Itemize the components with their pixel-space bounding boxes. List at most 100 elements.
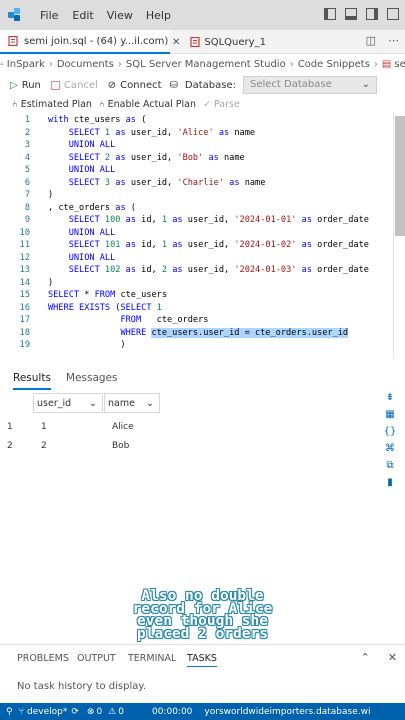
code-line[interactable]: 3 UNION ALL	[0, 139, 405, 152]
breadcrumb-item[interactable]: SQL Server Management Studio	[126, 59, 286, 70]
code-line[interactable]: 16 WHERE EXISTS (SELECT 1	[0, 302, 405, 315]
code-line[interactable]: 1 with cte_users as (	[0, 114, 405, 127]
chevron-down-icon[interactable]: ⌄	[146, 398, 154, 409]
code-editor[interactable]: 1 with cte_users as (2 SELECT 1 as user_i…	[0, 112, 405, 358]
sync-icon[interactable]: ⟳	[71, 707, 79, 717]
server-name[interactable]: yorsworldwideimporters.database.wi	[204, 707, 370, 717]
code-token: WHERE	[120, 327, 152, 338]
code-text: , cte_orders as (	[48, 202, 136, 215]
code-line[interactable]: 11 SELECT 101 as id, 1 as user_id, '2024…	[0, 239, 405, 252]
cell-user-id[interactable]: 2	[41, 436, 47, 455]
plan-icon: ⑃	[98, 98, 105, 110]
more-actions-icon[interactable]: ⋯	[388, 34, 399, 47]
row-number: 1	[7, 421, 13, 432]
code-line[interactable]: 4 SELECT 2 as user_id, 'Bob' as name	[0, 152, 405, 165]
code-token: name	[234, 127, 256, 138]
cell-name[interactable]: Bob	[112, 436, 129, 455]
remote-icon[interactable]: ⚲	[6, 707, 13, 717]
code-text: SELECT 100 as id, 1 as user_id, '2024-01…	[48, 214, 369, 227]
code-line[interactable]: 19 )	[0, 339, 405, 352]
warning-count[interactable]: 0	[118, 707, 124, 717]
code-line[interactable]: 14)	[0, 277, 405, 290]
error-icon: ⊗	[86, 706, 95, 717]
code-token: as	[125, 215, 142, 225]
layout-grid-icon[interactable]	[387, 8, 399, 20]
breadcrumb-item[interactable]: - InSpark	[0, 59, 45, 70]
menu-edit[interactable]: Edit	[72, 9, 93, 22]
connect-button[interactable]: ⊘ Connect	[108, 80, 162, 91]
column-header-name[interactable]: name ⌄	[104, 393, 160, 413]
code-token: '2024-01-02'	[234, 240, 297, 250]
tab-terminal[interactable]: TERMINAL	[128, 653, 176, 664]
chart-icon[interactable]: ▮	[387, 477, 393, 488]
code-token: cte_users	[73, 115, 126, 125]
play-icon: ▷	[10, 79, 18, 91]
code-line[interactable]: 18 WHERE cte_users.user_id = cte_orders.…	[0, 327, 405, 340]
code-token: WHERE EXISTS	[48, 302, 116, 313]
close-icon[interactable]: ✕	[388, 651, 397, 664]
tab-output[interactable]: OUTPUT	[77, 653, 116, 664]
error-count[interactable]: 0	[96, 707, 102, 717]
tab-sqlquery[interactable]: ✕ SQLQuery_1	[172, 30, 282, 54]
copy-icon[interactable]: ⧉	[386, 460, 393, 471]
code-line[interactable]: 12 UNION ALL	[0, 252, 405, 265]
run-button[interactable]: ▷ Run	[10, 80, 41, 91]
tab-semi-join[interactable]: semi join.sql - (64) y...il.com)	[0, 30, 170, 54]
close-icon[interactable]: ✕	[172, 37, 180, 48]
tab-tasks[interactable]: TASKS	[187, 653, 217, 667]
code-token: as	[301, 265, 318, 275]
layout-sidebar-icon[interactable]	[324, 8, 336, 20]
database-label: Database:	[184, 79, 237, 91]
code-text: UNION ALL	[48, 139, 116, 152]
code-token: (	[135, 115, 147, 125]
line-number: 14	[19, 277, 30, 288]
save-json-icon[interactable]: {}	[384, 426, 397, 437]
code-line[interactable]: 6 SELECT 3 as user_id, 'Charlie' as name	[0, 177, 405, 190]
code-text: )	[48, 277, 53, 290]
column-header-user-id[interactable]: user_id ⌄	[33, 393, 103, 413]
save-csv-icon[interactable]: ⇟	[386, 392, 394, 403]
menu-view[interactable]: View	[107, 9, 133, 22]
cell-name[interactable]: Alice	[112, 417, 134, 436]
code-token: with	[48, 115, 74, 125]
line-number: 15	[19, 290, 30, 300]
save-xml-icon[interactable]: ⌘	[385, 443, 395, 454]
code-line[interactable]: 7)	[0, 189, 405, 202]
tab-problems[interactable]: PROBLEMS	[17, 653, 69, 664]
parse-button[interactable]: ✓ Parse	[203, 99, 240, 110]
layout-panel-icon[interactable]	[345, 8, 357, 20]
code-line[interactable]: 2 SELECT 1 as user_id, 'Alice' as name	[0, 127, 405, 140]
code-line[interactable]: 9 SELECT 100 as id, 1 as user_id, '2024-…	[0, 214, 405, 227]
results-side-toolbar: ⇟ ▦ {} ⌘ ⧉ ▮	[383, 392, 397, 488]
maximize-panel-icon[interactable]: ⌃	[361, 651, 370, 664]
code-token: )	[48, 277, 54, 288]
database-select[interactable]: Select Database ⌄	[243, 76, 377, 94]
actual-plan-button[interactable]: ⑃ Enable Actual Plan	[99, 99, 196, 110]
cancel-button[interactable]: Cancel	[50, 80, 98, 91]
layout-secondary-icon[interactable]	[366, 8, 378, 20]
code-line[interactable]: 13 SELECT 102 as id, 2 as user_id, '2024…	[0, 264, 405, 277]
code-token: user_id,	[187, 240, 235, 250]
menu-help[interactable]: Help	[146, 9, 171, 22]
chevron-down-icon[interactable]: ⌄	[89, 398, 97, 409]
estimated-plan-button[interactable]: ⑃ Estimated Plan	[12, 99, 92, 110]
code-line[interactable]: 8 , cte_orders as (	[0, 202, 405, 215]
code-line[interactable]: 10 UNION ALL	[0, 227, 405, 240]
tab-messages[interactable]: Messages	[66, 372, 118, 384]
breadcrumb-item[interactable]: Code Snippets	[298, 59, 370, 70]
split-editor-icon[interactable]: ◫	[366, 34, 376, 47]
breadcrumb-item[interactable]: semi join.sql	[394, 59, 405, 70]
code-line[interactable]: 5 UNION ALL	[0, 164, 405, 177]
line-number: 11	[19, 240, 30, 250]
code-line[interactable]: 17 FROM cte_orders	[0, 314, 405, 327]
code-line[interactable]: 15 SELECT * FROM cte_users	[0, 289, 405, 302]
breadcrumb-item[interactable]: Documents	[57, 59, 114, 70]
code-token: '2024-01-01'	[234, 215, 297, 225]
branch-name[interactable]: develop*	[27, 707, 67, 717]
save-excel-icon[interactable]: ▦	[385, 409, 394, 420]
tab-results[interactable]: Results	[13, 372, 51, 390]
cell-user-id[interactable]: 1	[41, 417, 47, 436]
menu-file[interactable]: File	[40, 9, 58, 22]
